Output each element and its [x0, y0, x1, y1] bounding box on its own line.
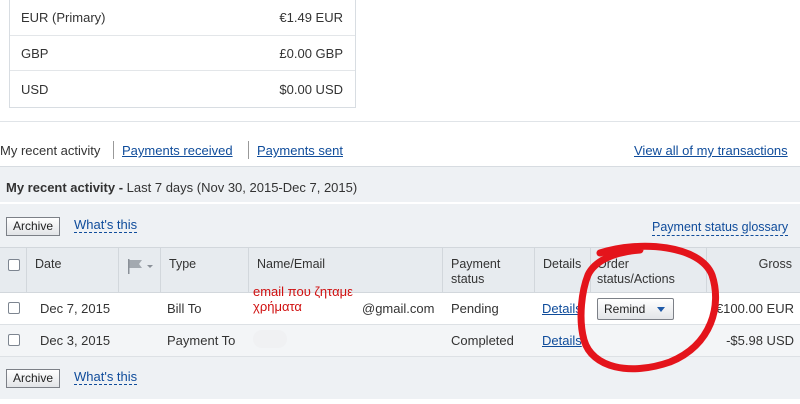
balance-row: GBP £0.00 GBP [10, 35, 355, 70]
whats-this-link-bottom[interactable]: What's this [74, 369, 138, 385]
caret-down-icon [657, 307, 665, 312]
column-date-label: Date [35, 257, 62, 271]
column-type-label: Type [169, 257, 197, 271]
row-status: Pending [451, 301, 499, 316]
row-details-link[interactable]: Details [542, 333, 582, 348]
column-details: Details [534, 248, 590, 293]
column-order-label: Order [597, 257, 629, 271]
row-checkbox[interactable] [8, 302, 20, 314]
tab-payments-received[interactable]: Payments received [122, 143, 233, 158]
table-header: Date Type Name/Email Payment status Deta… [0, 247, 800, 293]
column-status-label: status [451, 272, 485, 286]
activity-title: My recent activity - [6, 180, 124, 195]
column-order-status: Order status/Actions [590, 248, 706, 293]
row-status: Completed [451, 333, 514, 348]
column-status-label: Payment [451, 257, 501, 271]
annotation-line: email που ζηταμε [253, 284, 353, 299]
balance-amount: $0.00 USD [279, 81, 343, 97]
row-date: Dec 3, 2015 [40, 333, 111, 348]
top-toolbar: Archive What's this Payment status gloss… [0, 204, 800, 247]
archive-button-bottom[interactable]: Archive [6, 369, 61, 388]
row-checkbox[interactable] [8, 334, 20, 346]
view-all-transactions-link[interactable]: View all of my transactions [634, 143, 788, 158]
balance-currency: GBP [21, 45, 49, 61]
whats-this-link[interactable]: What's this [74, 217, 138, 233]
row-type: Bill To [167, 301, 202, 316]
activity-range: Last 7 days (Nov 30, 2015-Dec 7, 2015) [126, 180, 358, 195]
column-date[interactable]: Date [26, 248, 118, 293]
balance-row: USD $0.00 USD [10, 70, 355, 107]
column-flag[interactable] [118, 248, 160, 293]
bottom-toolbar: Archive What's this [0, 357, 800, 399]
balance-currency: USD [21, 81, 49, 97]
annotation-text: email που ζηταμε χρήματα [253, 284, 353, 314]
column-payment-status[interactable]: Payment status [442, 248, 534, 293]
tab-payments-sent[interactable]: Payments sent [257, 143, 343, 158]
column-details-label: Details [543, 257, 582, 271]
row-gross: -$5.98 USD [726, 333, 794, 348]
balance-row: EUR (Primary) €1.49 EUR [10, 0, 355, 35]
remind-label: Remind [604, 302, 646, 316]
column-gross-label: Gross [758, 257, 792, 271]
row-type: Payment To [167, 333, 236, 348]
row-gross: €100.00 EUR [715, 301, 794, 316]
tab-separator [248, 141, 249, 159]
flag-icon [125, 259, 155, 278]
select-all-checkbox[interactable] [8, 259, 20, 271]
payment-status-glossary-link[interactable]: Payment status glossary [652, 220, 789, 236]
remind-dropdown-button[interactable]: Remind [597, 298, 674, 320]
column-gross[interactable]: Gross [706, 248, 800, 293]
tab-separator [113, 141, 114, 159]
balance-currency: EUR (Primary) [21, 10, 106, 25]
activity-header: My recent activity - Last 7 days (Nov 30… [0, 166, 800, 202]
divider [0, 121, 800, 122]
table-row: Dec 7, 2015 Bill To @gmail.com Pending D… [0, 293, 800, 325]
row-details-link[interactable]: Details [542, 301, 582, 316]
annotation-line: χρήματα [253, 299, 302, 314]
column-type[interactable]: Type [160, 248, 248, 293]
column-order-label: status/Actions [597, 272, 675, 286]
archive-button[interactable]: Archive [6, 217, 61, 236]
tab-my-recent-activity[interactable]: My recent activity [0, 143, 100, 158]
column-name-label: Name/Email [257, 257, 326, 271]
redacted-name [253, 330, 287, 348]
row-email: @gmail.com [362, 301, 435, 316]
balance-amount: £0.00 GBP [279, 45, 343, 61]
row-date: Dec 7, 2015 [40, 301, 111, 316]
balances-table: EUR (Primary) €1.49 EUR GBP £0.00 GBP US… [9, 0, 356, 108]
activity-tabs: My recent activity Payments received Pay… [0, 140, 800, 162]
balance-amount: €1.49 EUR [279, 10, 343, 25]
table-row: Dec 3, 2015 Payment To Completed Details… [0, 325, 800, 357]
